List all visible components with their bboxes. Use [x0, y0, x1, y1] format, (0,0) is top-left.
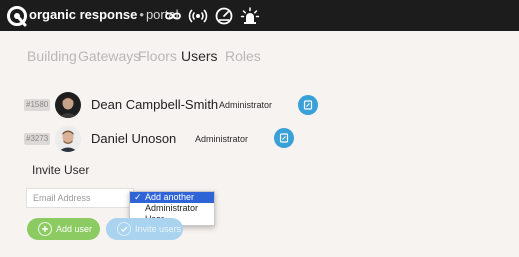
- email-address-input[interactable]: [26, 188, 134, 208]
- brand-separator: •: [139, 7, 144, 22]
- infinity-icon[interactable]: [163, 6, 183, 26]
- user-id-badge: #1580: [24, 99, 51, 111]
- avatar: [55, 92, 81, 118]
- edit-icon: [279, 133, 289, 143]
- broadcast-icon[interactable]: [188, 6, 208, 26]
- top-navigation-bar: organic response • portal: [0, 0, 519, 31]
- edit-icon: [303, 100, 313, 110]
- tab-roles[interactable]: Roles: [225, 48, 261, 64]
- dropdown-option-add-another[interactable]: ✓ Add another: [130, 192, 214, 203]
- user-role: Administrator: [195, 134, 249, 144]
- user-id-badge: #3273: [24, 133, 51, 145]
- user-name: Daniel Unoson: [91, 131, 177, 146]
- dropdown-option-administrator[interactable]: Administrator: [130, 203, 214, 214]
- edit-user-button[interactable]: [298, 95, 318, 115]
- alarm-icon[interactable]: [240, 6, 260, 26]
- user-avatar-icon: [55, 126, 81, 152]
- checkmark-icon: [117, 222, 131, 236]
- brand-name: organic response: [29, 7, 138, 22]
- brand-title: organic response • portal: [29, 7, 178, 23]
- invite-users-label: Invite users: [135, 224, 182, 234]
- invite-users-button[interactable]: Invite users: [106, 218, 183, 240]
- tab-users[interactable]: Users: [181, 48, 218, 64]
- edit-user-button[interactable]: [274, 128, 294, 148]
- invite-user-heading: Invite User: [32, 163, 90, 177]
- plus-icon: [38, 222, 52, 236]
- tab-gateways[interactable]: Gateways: [78, 48, 140, 64]
- logo-icon: [7, 6, 27, 27]
- add-user-button[interactable]: Add user: [27, 218, 100, 240]
- tab-building[interactable]: Building: [27, 48, 77, 64]
- dropdown-option-label: Add another: [145, 192, 195, 202]
- tab-floors[interactable]: Floors: [138, 48, 177, 64]
- check-icon: ✓: [134, 192, 142, 202]
- avatar: [55, 126, 81, 152]
- dropdown-option-label: Administrator: [145, 203, 199, 213]
- user-name: Dean Campbell-Smith: [91, 97, 219, 112]
- add-user-label: Add user: [56, 224, 93, 234]
- gauge-icon[interactable]: [214, 6, 234, 26]
- user-avatar-icon: [55, 92, 81, 118]
- user-role: Administrator: [219, 100, 273, 110]
